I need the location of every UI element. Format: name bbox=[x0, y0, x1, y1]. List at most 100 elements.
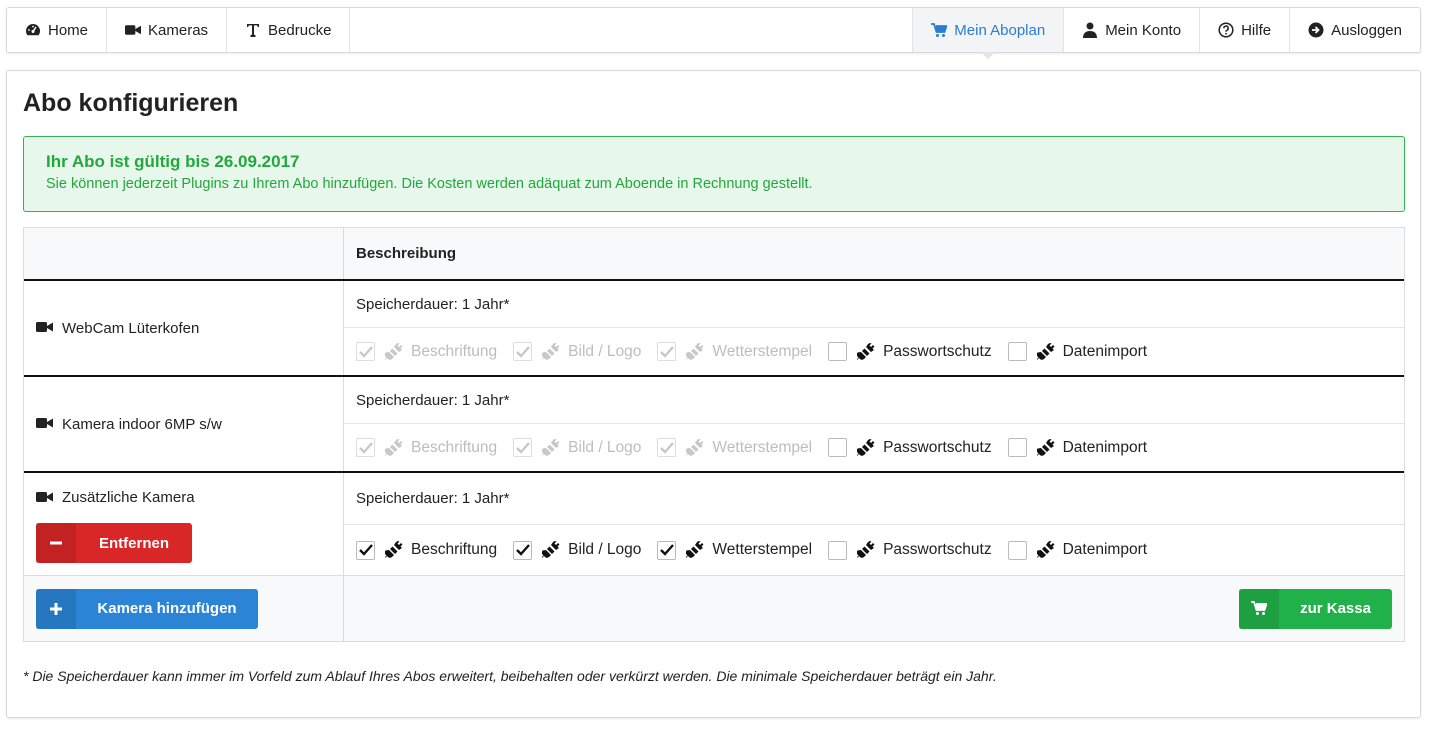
nav-hilfe[interactable]: Hilfe bbox=[1200, 8, 1291, 52]
plug-icon bbox=[542, 541, 560, 559]
plugin-label: Wetterstempel bbox=[712, 342, 813, 360]
text-icon bbox=[245, 22, 261, 38]
plugin-label: Datenimport bbox=[1062, 438, 1148, 456]
storage-duration: Speicherdauer: 1 Jahr* bbox=[344, 377, 1404, 424]
plugin-checkbox[interactable] bbox=[513, 540, 533, 560]
camera-name-cell: WebCam Lüterkofen bbox=[24, 281, 344, 375]
camera-name: Kamera indoor 6MP s/w bbox=[24, 416, 343, 433]
camera-plan-table: Beschreibung WebCam Lüterkofen Speicherda… bbox=[23, 227, 1405, 642]
plugin-option[interactable]: Passwortschutz bbox=[828, 438, 992, 457]
cart-icon bbox=[1239, 588, 1279, 629]
add-camera-label: Kamera hinzufügen bbox=[97, 600, 237, 617]
nav-mein-konto-label: Mein Konto bbox=[1105, 21, 1182, 39]
camera-row: Zusätzliche Kamera Entfernen Speicherdauer… bbox=[24, 473, 1404, 576]
plugin-option[interactable]: Passwortschutz bbox=[828, 342, 992, 361]
plugin-option[interactable]: Datenimport bbox=[1007, 342, 1148, 361]
abo-panel: Abo konfigurieren Ihr Abo ist gültig bis… bbox=[6, 70, 1421, 718]
nav-bedrucke[interactable]: Bedrucke bbox=[227, 8, 351, 52]
camera-name-label: Zusätzliche Kamera bbox=[62, 489, 195, 506]
plugin-checkbox[interactable] bbox=[356, 540, 375, 560]
camera-description-cell: Speicherdauer: 1 Jahr* Beschriftung Bild /… bbox=[344, 473, 1404, 575]
storage-duration: Speicherdauer: 1 Jahr* bbox=[344, 473, 1404, 525]
plugin-label: Beschriftung bbox=[411, 342, 498, 360]
dashboard-icon bbox=[25, 22, 41, 38]
alert-text: Sie können jederzeit Plugins zu Ihrem Ab… bbox=[46, 176, 813, 192]
plugin-label: Bild / Logo bbox=[568, 541, 642, 558]
nav-bedrucke-label: Bedrucke bbox=[268, 21, 332, 39]
nav-mein-aboplan[interactable]: Mein Aboplan bbox=[913, 8, 1065, 59]
storage-duration: Speicherdauer: 1 Jahr* bbox=[344, 281, 1404, 328]
nav-home[interactable]: Home bbox=[7, 8, 108, 52]
plug-icon bbox=[1036, 342, 1055, 361]
plugin-list: Beschriftung Bild / Logo Wetterstempel Pass… bbox=[344, 525, 1404, 575]
nav-spacer bbox=[350, 8, 914, 52]
nav-ausloggen[interactable]: Ausloggen bbox=[1290, 8, 1420, 52]
plugin-option: Bild / Logo bbox=[513, 438, 641, 457]
page-title: Abo konfigurieren bbox=[23, 89, 239, 117]
plugin-label: Beschriftung bbox=[411, 541, 498, 558]
plugin-checkbox[interactable] bbox=[828, 342, 848, 361]
plugin-label: Datenimport bbox=[1062, 541, 1148, 558]
plugin-option: Wetterstempel bbox=[657, 342, 812, 361]
plug-icon bbox=[686, 541, 704, 559]
table-footer: Kamera hinzufügen zur Kassa bbox=[24, 576, 1404, 641]
camera-name: WebCam Lüterkofen bbox=[24, 320, 343, 337]
camera-row: Kamera indoor 6MP s/w Speicherdauer: 1 Ja… bbox=[24, 377, 1404, 473]
plugin-checkbox[interactable] bbox=[657, 540, 677, 560]
plugin-option[interactable]: Datenimport bbox=[1007, 540, 1148, 560]
plugin-option[interactable]: Wetterstempel bbox=[657, 540, 813, 560]
plugin-option: Beschriftung bbox=[356, 342, 497, 361]
video-camera-icon bbox=[36, 321, 54, 335]
plugin-option[interactable]: Bild / Logo bbox=[513, 540, 642, 560]
checkout-label: zur Kassa bbox=[1300, 600, 1371, 617]
alert-title: Ihr Abo ist gültig bis 26.09.2017 bbox=[46, 152, 300, 171]
add-camera-button[interactable]: Kamera hinzufügen bbox=[36, 588, 258, 629]
storage-footnote: * Die Speicherdauer kann immer im Vorfel… bbox=[23, 668, 997, 684]
plug-icon bbox=[1036, 438, 1055, 457]
plugin-checkbox bbox=[356, 438, 375, 457]
plug-icon bbox=[686, 342, 704, 361]
plugin-label: Wetterstempel bbox=[712, 438, 813, 456]
minus-icon bbox=[36, 523, 76, 563]
plugin-option[interactable]: Beschriftung bbox=[356, 540, 498, 560]
nav-mein-konto[interactable]: Mein Konto bbox=[1064, 8, 1201, 52]
header-empty-cell bbox=[24, 228, 344, 279]
plus-icon bbox=[36, 588, 76, 629]
plug-icon bbox=[686, 438, 704, 457]
camera-description-cell: Speicherdauer: 1 Jahr* Beschriftung Bild /… bbox=[344, 377, 1404, 471]
plugin-label: Bild / Logo bbox=[568, 342, 642, 360]
checkout-button[interactable]: zur Kassa bbox=[1239, 588, 1392, 629]
plugin-checkbox[interactable] bbox=[828, 438, 848, 457]
plugin-checkbox[interactable] bbox=[828, 540, 848, 560]
cart-icon bbox=[931, 22, 948, 38]
logout-icon bbox=[1308, 22, 1324, 38]
plug-icon bbox=[542, 438, 560, 457]
plugin-checkbox bbox=[513, 342, 533, 361]
plugin-option[interactable]: Passwortschutz bbox=[828, 540, 992, 560]
nav-kameras[interactable]: Kameras bbox=[107, 8, 228, 52]
plugin-label: Datenimport bbox=[1062, 342, 1148, 360]
plugin-label: Beschriftung bbox=[411, 438, 498, 456]
plugin-option[interactable]: Datenimport bbox=[1007, 438, 1148, 457]
plugin-checkbox bbox=[657, 342, 677, 361]
nav-right-group: Mein Aboplan Mein Konto Hilfe Ausloggen bbox=[913, 8, 1420, 59]
plugin-list: Beschriftung Bild / Logo Wetterstempel Pass… bbox=[344, 424, 1404, 471]
remove-camera-button[interactable]: Entfernen bbox=[36, 523, 192, 563]
plug-icon bbox=[1036, 541, 1055, 559]
plugin-option: Wetterstempel bbox=[657, 438, 812, 457]
plugin-checkbox[interactable] bbox=[1007, 540, 1027, 560]
nav-ausloggen-label: Ausloggen bbox=[1331, 21, 1402, 39]
camera-name-cell: Kamera indoor 6MP s/w bbox=[24, 377, 344, 471]
plugin-option: Beschriftung bbox=[356, 438, 497, 457]
video-camera-icon bbox=[125, 22, 142, 38]
top-navbar: Home Kameras Bedrucke Mein Aboplan Mein … bbox=[6, 7, 1421, 59]
nav-kameras-label: Kameras bbox=[148, 21, 209, 39]
footer-left-cell: Kamera hinzufügen bbox=[24, 576, 344, 641]
plug-icon bbox=[542, 342, 560, 361]
plugin-checkbox[interactable] bbox=[1007, 342, 1027, 361]
plugin-label: Passwortschutz bbox=[883, 541, 992, 558]
plugin-label: Wetterstempel bbox=[712, 541, 813, 558]
plugin-checkbox[interactable] bbox=[1007, 438, 1027, 457]
video-camera-icon bbox=[36, 491, 54, 505]
help-icon bbox=[1218, 22, 1234, 38]
